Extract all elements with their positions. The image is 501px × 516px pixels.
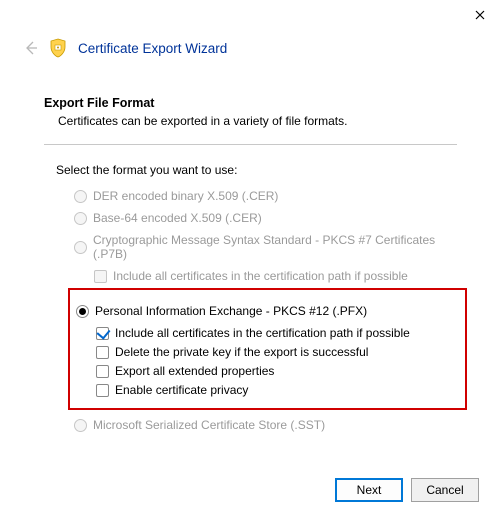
- checkbox-label: Enable certificate privacy: [115, 383, 248, 397]
- checkbox-pfx-delete-key[interactable]: Delete the private key if the export is …: [96, 345, 459, 359]
- separator: [44, 144, 457, 145]
- radio-icon: [74, 212, 87, 225]
- cancel-button[interactable]: Cancel: [411, 478, 479, 502]
- highlight-annotation: Personal Information Exchange - PKCS #12…: [68, 288, 467, 410]
- back-button[interactable]: [22, 39, 40, 57]
- checkbox-pfx-export-ext[interactable]: Export all extended properties: [96, 364, 459, 378]
- radio-label: Cryptographic Message Syntax Standard - …: [93, 233, 457, 261]
- checkbox-icon: [96, 346, 109, 359]
- close-icon: [475, 10, 485, 20]
- button-label: Next: [357, 483, 382, 497]
- close-button[interactable]: [471, 6, 489, 24]
- radio-icon: [74, 419, 87, 432]
- checkbox-icon: [94, 270, 107, 283]
- wizard-title: Certificate Export Wizard: [78, 41, 227, 56]
- radio-label: Base-64 encoded X.509 (.CER): [93, 211, 262, 225]
- radio-label: DER encoded binary X.509 (.CER): [93, 189, 278, 203]
- checkbox-pkcs7-include-chain: Include all certificates in the certific…: [94, 269, 457, 283]
- radio-option-sst: Microsoft Serialized Certificate Store (…: [74, 418, 457, 432]
- section-title: Export File Format: [44, 96, 457, 110]
- checkbox-icon: [96, 384, 109, 397]
- next-button[interactable]: Next: [335, 478, 403, 502]
- radio-icon: [74, 190, 87, 203]
- button-label: Cancel: [426, 483, 463, 497]
- checkbox-icon: [96, 327, 109, 340]
- radio-label: Microsoft Serialized Certificate Store (…: [93, 418, 325, 432]
- checkbox-pfx-include-chain[interactable]: Include all certificates in the certific…: [96, 326, 459, 340]
- radio-label: Personal Information Exchange - PKCS #12…: [95, 304, 367, 318]
- checkbox-label: Include all certificates in the certific…: [113, 269, 408, 283]
- checkbox-pfx-cert-privacy[interactable]: Enable certificate privacy: [96, 383, 459, 397]
- checkbox-label: Include all certificates in the certific…: [115, 326, 410, 340]
- checkbox-label: Export all extended properties: [115, 364, 274, 378]
- radio-icon: [76, 305, 89, 318]
- section-subtitle: Certificates can be exported in a variet…: [58, 114, 457, 128]
- checkbox-label: Delete the private key if the export is …: [115, 345, 368, 359]
- radio-option-base64: Base-64 encoded X.509 (.CER): [74, 211, 457, 225]
- radio-option-der: DER encoded binary X.509 (.CER): [74, 189, 457, 203]
- back-arrow-icon: [23, 40, 39, 56]
- radio-option-pkcs7: Cryptographic Message Syntax Standard - …: [74, 233, 457, 261]
- radio-icon: [74, 241, 87, 254]
- checkbox-icon: [96, 365, 109, 378]
- certificate-shield-icon: [48, 38, 68, 58]
- format-select-label: Select the format you want to use:: [56, 163, 457, 177]
- radio-option-pfx[interactable]: Personal Information Exchange - PKCS #12…: [76, 304, 459, 318]
